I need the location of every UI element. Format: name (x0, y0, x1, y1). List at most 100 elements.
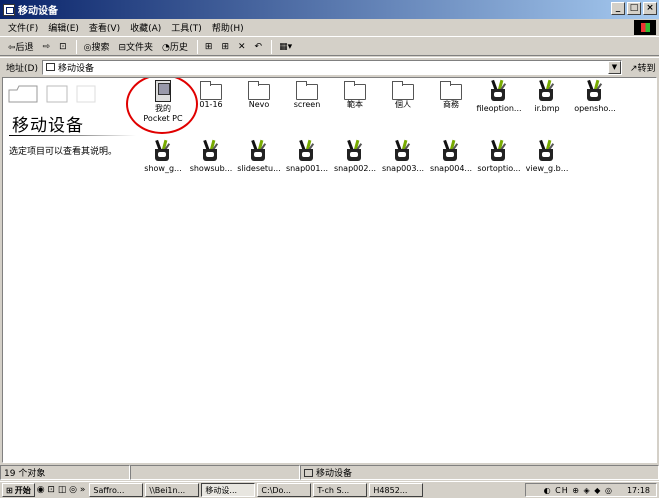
item-file-opensho[interactable]: opensho... (570, 79, 620, 114)
item-label: fileoption... (476, 104, 522, 113)
window-icon[interactable] (3, 3, 15, 16)
image-file-icon (487, 139, 511, 162)
folder-icon (248, 81, 270, 100)
item-file-ir-bmp[interactable]: ir.bmp (522, 79, 572, 114)
system-tray: ◐ CH ⊕ ◈ ◆ ◎ 17:18 (525, 483, 657, 497)
address-label: 地址(D) (6, 63, 38, 74)
image-file-icon (439, 139, 463, 162)
toolbar-separator (271, 39, 273, 54)
item-folder-templates[interactable]: 範本 (330, 81, 380, 110)
folder-icon (392, 81, 414, 100)
item-file-snap003[interactable]: snap003... (378, 139, 428, 174)
title-bar: 移动设备 _ □ × (0, 0, 659, 19)
item-label: view_g.b... (525, 164, 569, 173)
status-location-text: 移动设备 (316, 469, 353, 479)
item-file-slidesetu[interactable]: slidesetu... (234, 139, 284, 174)
menu-bar: 文件(F) 编辑(E) 查看(V) 收藏(A) 工具(T) 帮助(H) (0, 19, 659, 37)
close-button[interactable]: × (643, 2, 657, 15)
taskbar: ⊞ 开始 ◉ ⊡ ◫ ◎ » Saffro... \\Bei1n... 移动设.… (0, 481, 659, 498)
item-label: snap002... (333, 164, 377, 173)
item-folder-personal[interactable]: 個人 (378, 81, 428, 110)
menu-view[interactable]: 查看(V) (89, 21, 120, 34)
maximize-button[interactable]: □ (627, 2, 641, 15)
device-folder-icon (45, 63, 55, 71)
search-button[interactable]: ◎搜索 (84, 40, 110, 53)
task-button[interactable]: C:\Do... (257, 483, 312, 497)
views-button[interactable]: ▦▾ (279, 42, 292, 52)
move-to-button[interactable]: ⊞ (205, 42, 213, 52)
undo-button[interactable]: ↶ (255, 42, 263, 52)
task-button-active[interactable]: 移动设... (201, 483, 256, 497)
item-label: snap001... (285, 164, 329, 173)
item-file-snap004[interactable]: snap004... (426, 139, 476, 174)
menu-tools[interactable]: 工具(T) (171, 21, 202, 34)
highlight-circle (126, 78, 198, 134)
quick-launch-icons[interactable]: ◉ ⊡ ◫ ◎ » (37, 485, 86, 495)
task-button[interactable]: H4852... (369, 483, 424, 497)
item-folder-business[interactable]: 商務 (426, 81, 476, 110)
item-file-fileoption[interactable]: fileoption... (474, 79, 524, 114)
folder-banner-icon (8, 85, 96, 103)
image-file-icon (343, 139, 367, 162)
item-label: screen (293, 100, 321, 109)
menu-edit[interactable]: 编辑(E) (48, 21, 79, 34)
folder-icon (200, 81, 222, 100)
chevron-down-icon[interactable]: ▼ (607, 60, 621, 74)
copy-to-button[interactable]: ⊞ (221, 42, 229, 52)
item-file-view-g[interactable]: view_g.b... (522, 139, 572, 174)
address-value: 移动设备 (57, 63, 94, 74)
item-folder-nevo[interactable]: Nevo (234, 81, 284, 110)
folder-icon (440, 81, 462, 100)
up-button[interactable]: ⊡ (59, 42, 67, 52)
address-input[interactable]: 移动设备 ▼ (41, 59, 622, 75)
item-label: showsub... (189, 164, 233, 173)
image-file-icon (487, 79, 511, 102)
folder-icon (344, 81, 366, 100)
item-label: ir.bmp (534, 104, 560, 113)
folder-icon (296, 81, 318, 100)
image-file-icon (535, 139, 559, 162)
item-label: 商務 (443, 100, 459, 109)
item-label: 範本 (347, 100, 363, 109)
task-button[interactable]: T-ch S... (313, 483, 368, 497)
menu-help[interactable]: 帮助(H) (212, 21, 244, 34)
item-folder-screen[interactable]: screen (282, 81, 332, 110)
forward-button[interactable]: ⇨ (43, 42, 51, 52)
item-label: Nevo (248, 100, 270, 109)
start-button[interactable]: ⊞ 开始 (2, 483, 35, 497)
web-view-pane: 移动设备 选定项目可以查看其说明。 (3, 78, 138, 462)
pane-title: 移动设备 (12, 116, 84, 136)
item-label: 個人 (395, 100, 411, 109)
folders-button[interactable]: ⊟文件夹 (119, 40, 154, 53)
item-file-snap002[interactable]: snap002... (330, 139, 380, 174)
back-button[interactable]: ⇦后退 (8, 40, 34, 53)
image-file-icon (151, 139, 175, 162)
image-file-icon (199, 139, 223, 162)
image-file-icon (535, 79, 559, 102)
window-controls: _ □ × (611, 2, 657, 15)
minimize-button[interactable]: _ (611, 2, 625, 15)
toolbar-separator (75, 39, 77, 54)
item-label: opensho... (574, 104, 616, 113)
item-label: sortoptio... (477, 164, 521, 173)
go-button[interactable]: ↗转到 (630, 61, 656, 74)
delete-button[interactable]: ✕ (238, 42, 246, 52)
item-file-show-g[interactable]: show_g... (138, 139, 188, 174)
item-label: snap004... (429, 164, 473, 173)
item-file-sortoptio[interactable]: sortoptio... (474, 139, 524, 174)
menu-file[interactable]: 文件(F) (8, 21, 38, 34)
history-button[interactable]: ◔历史 (162, 40, 188, 53)
item-label: snap003... (381, 164, 425, 173)
task-button[interactable]: \\Bei1n... (145, 483, 200, 497)
item-file-showsub[interactable]: showsub... (186, 139, 236, 174)
folder-view: 移动设备 选定项目可以查看其说明。 我的 Pocket PC 01-16 Nev… (2, 77, 657, 463)
tray-icons[interactable]: ◐ CH ⊕ ◈ ◆ ◎ (544, 486, 613, 495)
windows-logo-icon (634, 20, 656, 35)
image-file-icon (583, 79, 607, 102)
menu-favorites[interactable]: 收藏(A) (130, 21, 161, 34)
clock[interactable]: 17:18 (627, 486, 650, 495)
status-location: 移动设备 (300, 465, 659, 480)
status-bar: 19 个对象 移动设备 (0, 465, 659, 480)
item-file-snap001[interactable]: snap001... (282, 139, 332, 174)
task-button[interactable]: Saffro... (89, 483, 144, 497)
